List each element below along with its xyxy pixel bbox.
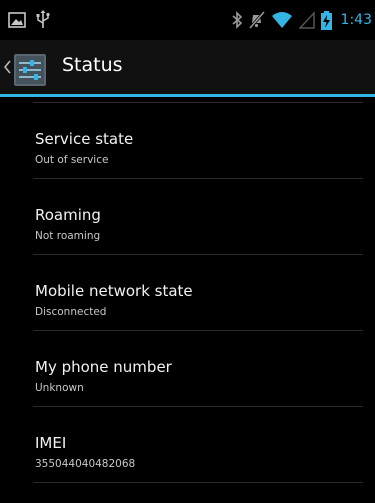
list-item-imei[interactable]: IMEI 355044040482068 (0, 407, 375, 483)
list-item-title: Service state (35, 130, 134, 148)
list-item-summary: Disconnected (35, 306, 107, 318)
list-item-summary: Unknown (35, 382, 84, 394)
list-item-title: IMEI (35, 434, 67, 452)
picture-icon (8, 12, 26, 28)
no-signal-icon (298, 11, 315, 29)
list-item-title: Mobile network state (35, 282, 193, 300)
list-item-mobile-network-state[interactable]: Mobile network state Disconnected (0, 255, 375, 331)
action-bar: Status (0, 40, 375, 97)
list-item-roaming[interactable]: Roaming Not roaming (0, 179, 375, 255)
mute-icon (248, 11, 265, 29)
status-bar-notifications (8, 10, 50, 30)
chevron-left-icon[interactable] (4, 60, 11, 74)
bluetooth-icon (232, 11, 242, 29)
battery-charging-icon (320, 10, 332, 30)
list-item-service-state[interactable]: Service state Out of service (0, 103, 375, 179)
usb-icon (36, 10, 50, 28)
list-item-summary: Out of service (35, 154, 109, 166)
status-bar-system-icons: 1:43 (231, 10, 372, 30)
status-bar: 1:43 (0, 0, 375, 40)
list-item-summary: 355044040482068 (35, 458, 136, 470)
list-item-title: My phone number (35, 358, 172, 376)
wifi-icon (271, 12, 292, 28)
list-divider (33, 482, 363, 483)
list-item-my-phone-number[interactable]: My phone number Unknown (0, 331, 375, 407)
page-title: Status (62, 54, 123, 76)
clock: 1:43 (340, 12, 372, 28)
list-item-summary: Not roaming (35, 230, 101, 242)
settings-sliders-icon[interactable] (13, 53, 47, 87)
list-item-title: Roaming (35, 206, 101, 224)
